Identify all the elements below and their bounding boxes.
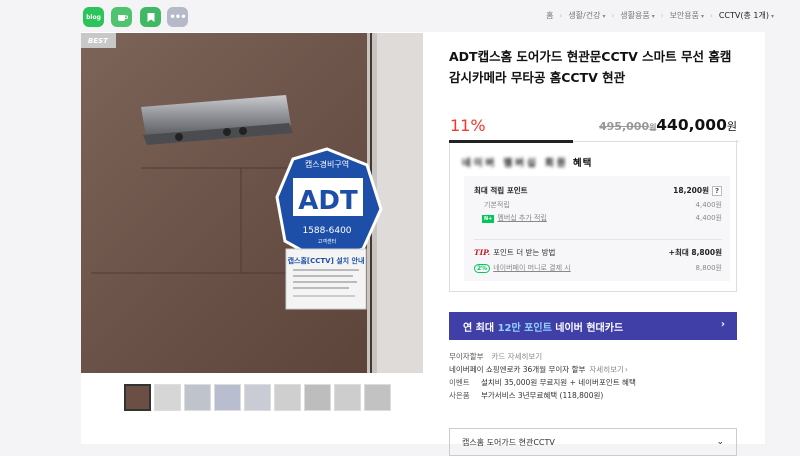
breadcrumb-category-2[interactable]: 생활용품 ▾ xyxy=(620,10,654,21)
original-price: 495,000원 xyxy=(599,120,657,133)
thumbnail-item[interactable] xyxy=(214,384,241,411)
sale-price: 440,000원 xyxy=(656,116,737,134)
thumbnail-item[interactable] xyxy=(304,384,331,411)
price-row: 11% 495,000원 440,000원 xyxy=(449,116,737,135)
info-rows: 무이자할부 카드 자세히보기 네이버페이 쇼핑엔로카 36개월 무이자 할부 자… xyxy=(449,350,737,402)
breadcrumb-category-3[interactable]: 보안용품 ▾ xyxy=(670,10,704,21)
benefit-heading: 네이버 멤버십 회원 혜택 xyxy=(462,158,593,169)
breadcrumb: 홈 › 생활/건강 ▾ › 생활용품 ▾ › 보안용품 ▾ › CCTV(총 1개) ▾ xyxy=(546,10,774,21)
card-promo-button[interactable]: 연 최대 12만 포인트 네이버 현대카드 › xyxy=(449,312,737,340)
basic-points-row: 기본적립 4,400원 xyxy=(484,201,722,209)
post-share-button[interactable] xyxy=(140,7,161,27)
percent-badge-icon: 2% xyxy=(474,264,491,273)
points-box: 최대 적립 포인트 18,200원? 기본적립 4,400원 N+ 멤버십 추가 … xyxy=(464,176,730,281)
option-select[interactable]: 캡스홈 도어가드 현관CCTV ⌄ xyxy=(449,428,737,456)
best-badge: BEST xyxy=(81,33,116,48)
pay-link[interactable]: 네이버페이 머니로 결제 시 xyxy=(493,264,571,272)
chevron-down-icon: ▾ xyxy=(701,13,705,20)
chevron-down-icon: ⌄ xyxy=(716,437,724,447)
chevron-down-icon: ▾ xyxy=(602,13,606,20)
thumbnail-strip xyxy=(124,384,391,411)
breadcrumb-separator-icon: › xyxy=(559,11,563,20)
thumbnail-item[interactable] xyxy=(184,384,211,411)
tip-label: TIP. xyxy=(474,248,491,257)
product-title: ADT캡스홈 도어가드 현관문CCTV 스마트 무선 홈캠 감시카메라 무타공 … xyxy=(449,49,732,85)
membership-badge-icon: N+ xyxy=(482,215,495,223)
sign-sub: 고객센터 xyxy=(318,238,336,245)
npay-installment-row: 네이버페이 쇼핑엔로카 36개월 무이자 할부 자세히보기 › xyxy=(449,364,628,375)
details-link[interactable]: 자세히보기 xyxy=(589,364,624,375)
max-points-row: 최대 적립 포인트 18,200원? xyxy=(474,185,722,196)
event-row: 이벤트 설치비 35,000원 무료지원 + 네이버포인트 혜택 xyxy=(449,378,636,387)
cafe-icon xyxy=(117,14,128,21)
product-info: ADT캡스홈 도어가드 현관문CCTV 스마트 무선 홈캠 감시카메라 무타공 … xyxy=(449,46,739,456)
breadcrumb-home[interactable]: 홈 xyxy=(546,10,553,21)
post-icon xyxy=(147,12,154,22)
benefit-tab-indicator xyxy=(449,140,573,143)
blog-icon: blog xyxy=(86,13,101,21)
thumbnail-item[interactable] xyxy=(364,384,391,411)
sign-top-text: 캡스경비구역 xyxy=(305,159,349,169)
breadcrumb-separator-icon: › xyxy=(611,11,615,20)
chevron-down-icon: ▾ xyxy=(651,13,655,20)
cafe-share-button[interactable] xyxy=(111,7,132,27)
more-share-button[interactable]: ••• xyxy=(167,7,188,27)
membership-link[interactable]: 멤버십 추가 적립 xyxy=(497,214,547,222)
breadcrumb-separator-icon: › xyxy=(660,11,664,20)
benefit-box: 네이버 멤버십 회원 혜택 최대 적립 포인트 18,200원? 기본적립 4,… xyxy=(449,140,739,292)
sign-phone: 1588-6400 xyxy=(302,226,351,236)
thumbnail-item[interactable] xyxy=(244,384,271,411)
top-bar: blog ••• 홈 › 생활/건강 ▾ › 생활용품 ▾ › 보안용품 ▾ › CC… xyxy=(0,0,800,32)
thumbnail-item[interactable] xyxy=(334,384,361,411)
gift-row: 사은품 부가서비스 3년무료혜택 (118,800원) xyxy=(449,391,604,400)
product-main-image[interactable]: BEST 캡스경비구역 ADT 1588-6400 고객센터 캡스홈[CCTV]… xyxy=(81,33,423,373)
chevron-right-icon: › xyxy=(720,319,725,330)
notice-card-title: 캡스홈[CCTV] 설치 안내 xyxy=(288,256,365,265)
chevron-down-icon: ▾ xyxy=(770,13,774,20)
help-icon[interactable]: ? xyxy=(712,185,722,196)
card-details-link[interactable]: 카드 자세히보기 xyxy=(492,351,543,362)
product-photo-illustration: 캡스경비구역 ADT 1588-6400 고객센터 캡스홈[CCTV] 설치 안… xyxy=(81,33,423,373)
product-card: BEST 캡스경비구역 ADT 1588-6400 고객센터 캡스홈[CCTV]… xyxy=(81,32,765,456)
membership-points-row: N+ 멤버십 추가 적립 4,400원 xyxy=(482,214,722,223)
pay-points-row: 2% 네이버페이 머니로 결제 시 8,800원 xyxy=(474,263,722,273)
chevron-right-icon: › xyxy=(624,365,628,374)
blog-share-button[interactable]: blog xyxy=(83,7,104,27)
thumbnail-item[interactable] xyxy=(274,384,301,411)
sign-logo: ADT xyxy=(298,186,358,216)
breadcrumb-separator-icon: › xyxy=(710,11,713,20)
thumbnail-item[interactable] xyxy=(154,384,181,411)
breadcrumb-category-4[interactable]: CCTV(총 1개) ▾ xyxy=(719,10,774,21)
discount-rate: 11% xyxy=(450,116,486,135)
breadcrumb-category-1[interactable]: 생활/건강 ▾ xyxy=(568,10,605,21)
installment-row: 무이자할부 카드 자세히보기 xyxy=(449,351,543,362)
more-icon: ••• xyxy=(169,11,186,23)
tip-row: TIP. 포인트 더 받는 방법 +최대 8,800원 xyxy=(474,248,722,257)
thumbnail-item[interactable] xyxy=(124,384,151,411)
